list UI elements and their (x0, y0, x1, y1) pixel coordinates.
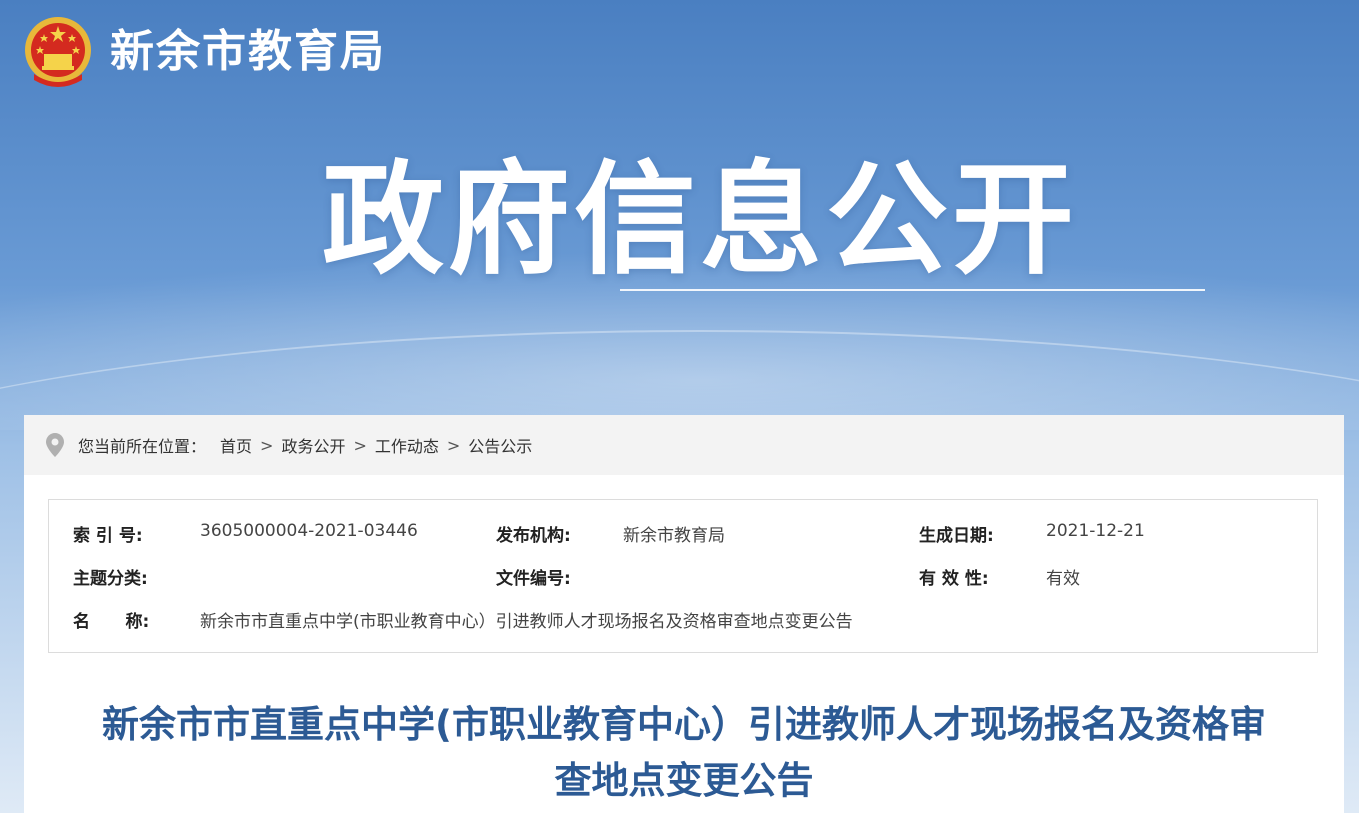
article-title: 新余市市直重点中学(市职业教育中心）引进教师人才现场报名及资格审 查地点变更公告 (44, 697, 1324, 809)
breadcrumb-home[interactable]: 首页 (220, 433, 252, 457)
national-emblem-icon[interactable] (24, 14, 92, 88)
metadata-row: 索 引 号: 3605000004-2021-03446 发布机构: 新余市教育… (49, 521, 1317, 551)
header-banner: 新余市教育局 政府信息公开 (0, 0, 1359, 430)
site-name[interactable]: 新余市教育局 (110, 22, 386, 82)
breadcrumb-gov-affairs[interactable]: 政务公开 (281, 433, 345, 457)
breadcrumb-separator: > (446, 435, 461, 455)
content-panel: 您当前所在位置： 首页 > 政务公开 > 工作动态 > 公告公示 索 引 号: … (24, 415, 1344, 813)
breadcrumb-work-news[interactable]: 工作动态 (375, 433, 439, 457)
topic-label: 主题分类: (73, 569, 148, 589)
date-value: 2021-12-21 (1046, 521, 1145, 541)
article-title-line: 新余市市直重点中学(市职业教育中心）引进教师人才现场报名及资格审 (102, 703, 1266, 746)
article-title-line: 查地点变更公告 (554, 759, 814, 802)
hero-title: 政府信息公开 (322, 149, 1078, 291)
index-label: 索 引 号: (73, 526, 143, 546)
metadata-row: 主题分类: 文件编号: 有 效 性: 有效 (49, 564, 1317, 594)
name-label: 名 称: (73, 612, 150, 632)
publisher-label: 发布机构: (496, 526, 571, 546)
metadata-table: 索 引 号: 3605000004-2021-03446 发布机构: 新余市教育… (48, 499, 1318, 653)
index-value: 3605000004-2021-03446 (200, 521, 418, 541)
name-value: 新余市市直重点中学(市职业教育中心）引进教师人才现场报名及资格审查地点变更公告 (200, 612, 853, 632)
breadcrumb-separator: > (353, 435, 367, 455)
breadcrumb-separator: > (260, 435, 274, 455)
hero-underline (620, 289, 1205, 291)
breadcrumb: 您当前所在位置： 首页 > 政务公开 > 工作动态 > 公告公示 (24, 415, 1344, 475)
publisher-value: 新余市教育局 (623, 526, 725, 546)
breadcrumb-announcements[interactable]: 公告公示 (468, 433, 532, 457)
validity-label: 有 效 性: (919, 569, 989, 589)
validity-value: 有效 (1046, 569, 1080, 589)
docno-label: 文件编号: (496, 569, 571, 589)
date-label: 生成日期: (919, 526, 994, 546)
breadcrumb-prefix: 您当前所在位置： (78, 437, 207, 456)
location-pin-icon (46, 433, 64, 457)
metadata-row: 名 称: 新余市市直重点中学(市职业教育中心）引进教师人才现场报名及资格审查地点… (49, 607, 1317, 637)
